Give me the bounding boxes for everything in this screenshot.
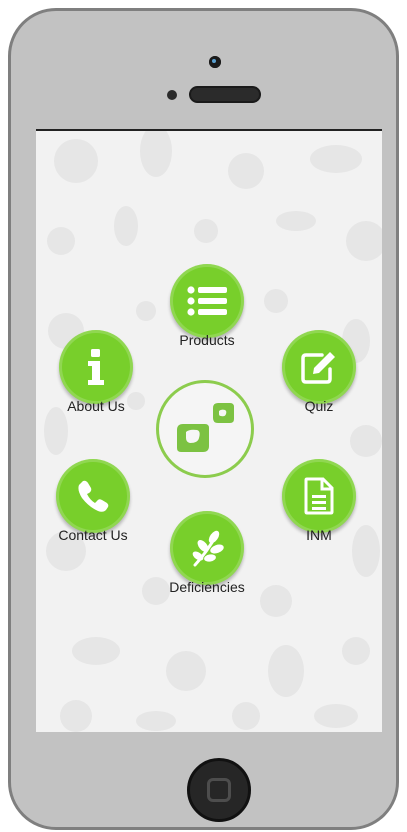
products-label: Products xyxy=(179,332,235,348)
deficiencies-circle xyxy=(170,511,244,585)
contact-us-circle xyxy=(56,459,130,533)
contact-us-label: Contact Us xyxy=(58,527,128,543)
app-logo-icon xyxy=(177,403,234,452)
earpiece-speaker-icon xyxy=(189,86,261,103)
quiz-button[interactable]: Quiz xyxy=(259,330,379,414)
home-square-icon xyxy=(207,778,231,802)
list-icon xyxy=(187,286,227,316)
quiz-label: Quiz xyxy=(304,398,334,414)
phone-icon xyxy=(78,480,109,512)
leaf-icon xyxy=(192,530,224,567)
about-us-label: About Us xyxy=(67,398,125,414)
products-circle xyxy=(170,264,244,338)
about-us-button[interactable]: About Us xyxy=(36,330,156,414)
quiz-circle xyxy=(282,330,356,404)
deficiencies-button[interactable]: Deficiencies xyxy=(147,511,267,595)
app-logo xyxy=(156,380,254,478)
front-camera-icon xyxy=(209,56,221,68)
home-button[interactable] xyxy=(187,758,251,822)
edit-icon xyxy=(301,352,335,384)
deficiencies-label: Deficiencies xyxy=(169,579,245,595)
about-us-circle xyxy=(59,330,133,404)
document-icon xyxy=(304,477,334,515)
contact-us-button[interactable]: Contact Us xyxy=(33,459,153,543)
inm-circle xyxy=(282,459,356,533)
inm-button[interactable]: INM xyxy=(259,459,379,543)
proximity-sensor-icon xyxy=(167,90,177,100)
info-icon xyxy=(88,349,104,385)
products-button[interactable]: Products xyxy=(147,264,267,348)
inm-label: INM xyxy=(306,527,332,543)
